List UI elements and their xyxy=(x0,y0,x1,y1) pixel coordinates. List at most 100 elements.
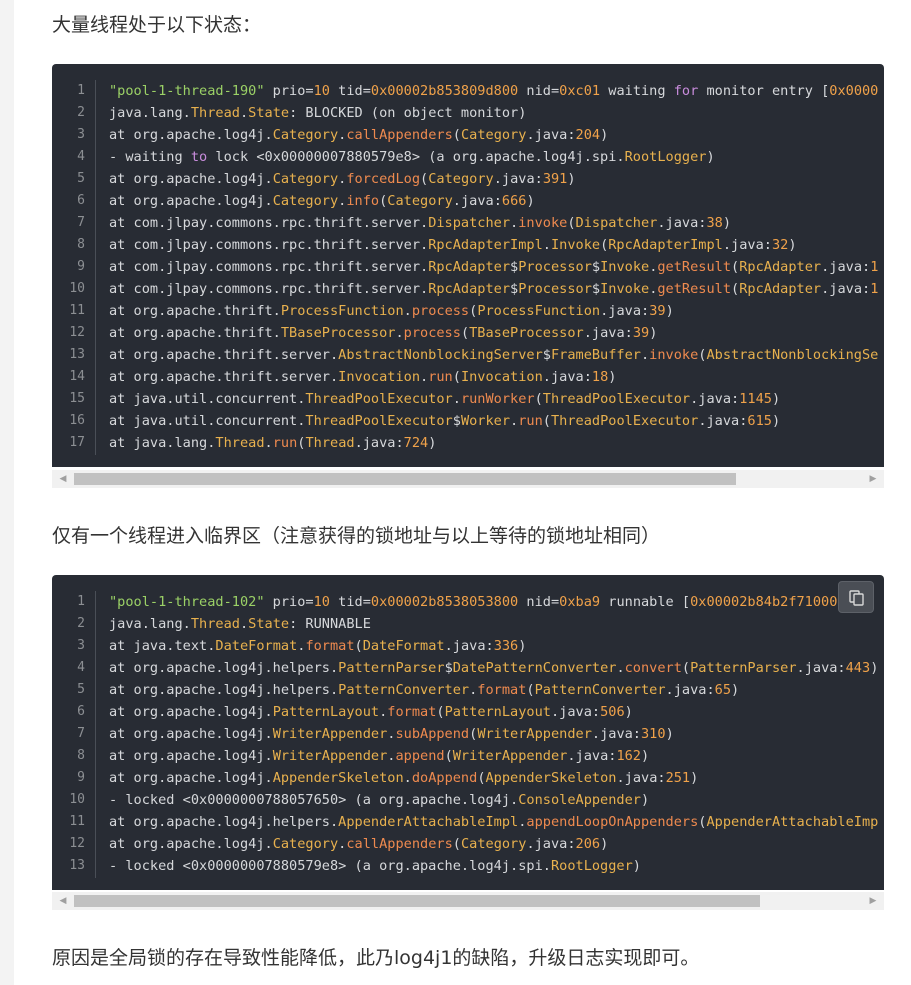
code-token-number: 10 xyxy=(313,594,330,610)
code-token-default: ( xyxy=(460,325,470,341)
code-token-default: ( xyxy=(452,127,461,143)
code-token-method: format xyxy=(305,638,355,654)
code-block-1[interactable]: 1 "pool-1-thread-190" prio=10 tid=0x00002… xyxy=(52,64,884,467)
copy-code-button[interactable] xyxy=(838,581,874,613)
code-line: 13 - locked <0x00000007880579e8> (a org.a… xyxy=(52,855,884,877)
code-token-default: .java: xyxy=(690,391,740,407)
code-text: - waiting to lock <0x00000007880579e8> (… xyxy=(109,146,715,168)
code-token-default: ) xyxy=(722,215,732,231)
code-token-default: at java.util.concurrent. xyxy=(109,413,306,429)
line-number: 11 xyxy=(69,303,85,318)
code-text: at java.util.concurrent.ThreadPoolExecut… xyxy=(109,410,780,432)
scroll-right-arrow-icon[interactable]: ▶ xyxy=(864,470,882,488)
code-token-default: at org.apache.log4j. xyxy=(109,726,273,742)
code-token-class: Thread xyxy=(190,105,240,121)
line-number: 15 xyxy=(69,391,85,406)
code-token-class: ProcessFunction xyxy=(477,303,601,319)
code-line: 5 at org.apache.log4j.helpers.PatternConv… xyxy=(52,679,884,701)
scroll-left-arrow-icon[interactable]: ◀ xyxy=(54,892,72,910)
line-number: 1 xyxy=(77,594,85,609)
code-token-number: 10 xyxy=(313,83,330,99)
code-token-default: ( xyxy=(420,171,429,187)
code-text: at java.lang.Thread.run(Thread.java:724) xyxy=(109,432,436,454)
code-token-number: 0x00002b853809d800 xyxy=(370,83,519,99)
line-number: 14 xyxy=(69,369,85,384)
code-token-default: .java: xyxy=(698,413,748,429)
code-block-2-scrollbar[interactable]: ◀ ▶ xyxy=(52,892,884,910)
code-token-default: ) xyxy=(771,391,781,407)
code-line: 7 at org.apache.log4j.WriterAppender.subA… xyxy=(52,723,884,745)
line-number: 1 xyxy=(77,83,85,98)
code-token-default: prio= xyxy=(264,83,314,99)
code-line: 8 at com.jlpay.commons.rpc.thrift.server.… xyxy=(52,234,884,256)
code-token-class: WriterAppender xyxy=(477,726,592,742)
code-token-default: at org.apache.thrift. xyxy=(109,303,281,319)
code-token-class: AbstractNonblockingSe xyxy=(706,347,879,363)
code-token-default: java.lang. xyxy=(109,616,191,632)
code-token-keyword: for xyxy=(673,83,699,99)
code-token-class: AppenderAttachableImp xyxy=(706,814,879,830)
code-token-method: callAppenders xyxy=(346,127,453,143)
line-number: 3 xyxy=(77,638,85,653)
code-token-default: $ xyxy=(591,281,601,297)
scroll-left-arrow-icon[interactable]: ◀ xyxy=(54,470,72,488)
code-text: at com.jlpay.commons.rpc.thrift.server.R… xyxy=(109,256,878,278)
code-block-1-scrollbar[interactable]: ◀ ▶ xyxy=(52,470,884,488)
code-token-default: ) xyxy=(649,325,658,341)
code-token-class: Thread xyxy=(215,435,265,451)
code-line: 4 at org.apache.log4j.helpers.PatternPars… xyxy=(52,657,884,679)
code-token-default: tid= xyxy=(329,594,371,610)
line-number: 13 xyxy=(69,347,85,362)
code-token-default: ) xyxy=(788,237,797,253)
scrollbar-thumb[interactable] xyxy=(74,473,736,485)
code-token-number: 1 xyxy=(870,281,879,297)
code-text: at org.apache.log4j.Category.info(Catego… xyxy=(109,190,535,212)
code-line: 13 at org.apache.thrift.server.AbstractNo… xyxy=(52,344,884,366)
code-token-default: $ xyxy=(542,347,551,363)
code-token-class: TBaseProcessor xyxy=(280,325,396,341)
code-text: at org.apache.thrift.TBaseProcessor.proc… xyxy=(109,322,657,344)
code-token-method: getResult xyxy=(657,259,732,275)
code-token-default: at org.apache.log4j. xyxy=(109,770,273,786)
scroll-right-arrow-icon[interactable]: ▶ xyxy=(864,892,882,910)
code-token-number: 1145 xyxy=(739,391,772,407)
scrollbar-thumb[interactable] xyxy=(74,895,760,907)
code-line: 8 at org.apache.log4j.WriterAppender.appe… xyxy=(52,745,884,767)
code-text: at org.apache.log4j.helpers.PatternConve… xyxy=(109,679,739,701)
code-token-default: at org.apache.log4j. xyxy=(109,836,273,852)
code-token-default: ( xyxy=(681,660,691,676)
code-token-default: .java: xyxy=(354,435,404,451)
code-token-class: Dispatcher xyxy=(428,215,511,231)
code-token-default: . xyxy=(239,105,249,121)
code-token-default: . xyxy=(264,435,273,451)
code-text: at org.apache.thrift.ProcessFunction.pro… xyxy=(109,300,674,322)
code-token-class: AppenderSkeleton xyxy=(485,770,617,786)
code-token-number: 443 xyxy=(845,660,871,676)
code-token-class: RpcAdapter xyxy=(428,281,511,297)
code-token-default: at org.apache.log4j. xyxy=(109,704,273,720)
code-line: 12 at org.apache.thrift.TBaseProcessor.pr… xyxy=(52,322,884,344)
code-text: java.lang.Thread.State: BLOCKED (on obje… xyxy=(109,102,526,124)
line-number: 12 xyxy=(69,836,85,851)
code-token-default: ( xyxy=(354,638,363,654)
code-token-default: lock <0x00000007880579e8> (a org.apache.… xyxy=(207,149,625,165)
code-line: 15 at java.util.concurrent.ThreadPoolExec… xyxy=(52,388,884,410)
code-token-method: doAppend xyxy=(411,770,478,786)
line-number: 10 xyxy=(69,281,85,296)
code-token-class: Invoke xyxy=(600,259,650,275)
code-token-class: Worker xyxy=(460,413,511,429)
line-number: 12 xyxy=(69,325,85,340)
code-line: 14 at org.apache.thrift.server.Invocation… xyxy=(52,366,884,388)
code-token-default: ) xyxy=(428,435,437,451)
code-text: at org.apache.thrift.server.Invocation.r… xyxy=(109,366,616,388)
code-line: 6 at org.apache.log4j.PatternLayout.forma… xyxy=(52,701,884,723)
code-block-2[interactable]: 1 "pool-1-thread-102" prio=10 tid=0x00002… xyxy=(52,575,884,890)
code-token-class: DateFormat xyxy=(362,638,445,654)
code-token-default: nid= xyxy=(518,83,560,99)
code-token-class: Invocation xyxy=(338,369,420,385)
code-token-method: subAppend xyxy=(395,726,470,742)
code-token-default: at java.util.concurrent. xyxy=(109,391,306,407)
code-token-class: DateFormat xyxy=(215,638,298,654)
code-token-class: TBaseProcessor xyxy=(469,325,584,341)
left-margin-strip xyxy=(0,0,14,985)
